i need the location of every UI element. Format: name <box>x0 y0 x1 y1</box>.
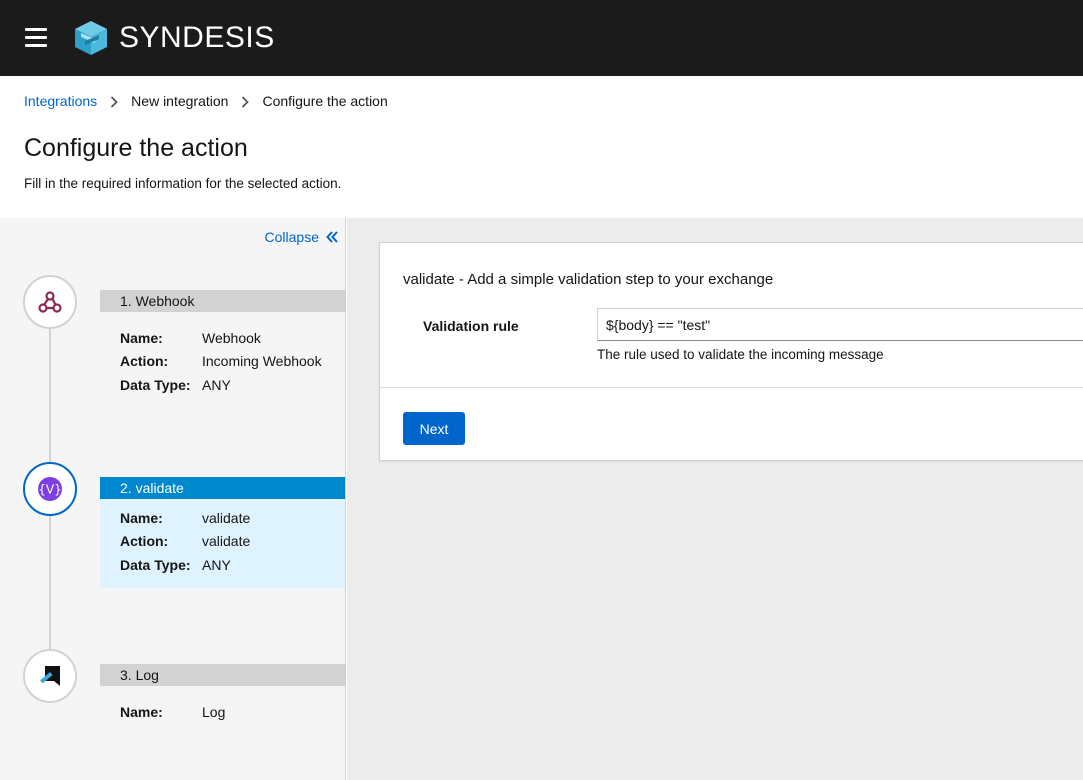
step-1-icon-circle[interactable] <box>23 275 77 329</box>
webhook-icon <box>38 291 62 313</box>
step-detail-row: Name: Webhook <box>120 326 345 350</box>
log-icon <box>40 666 60 686</box>
step-1-header[interactable]: 1. Webhook <box>100 290 345 312</box>
breadcrumb-current: Configure the action <box>262 93 388 109</box>
detail-value: Log <box>202 703 226 720</box>
step-detail-row: Action: Incoming Webhook <box>120 350 345 374</box>
page-title: Configure the action <box>24 134 248 162</box>
detail-key: Data Type: <box>120 376 191 393</box>
form-title: validate - Add a simple validation step … <box>403 271 774 288</box>
step-1-details: Name: Webhook Action: Incoming Webhook Dat… <box>100 319 345 399</box>
breadcrumb-integrations[interactable]: Integrations <box>24 93 97 109</box>
chevron-right-icon <box>241 94 250 108</box>
collapse-label: Collapse <box>264 229 319 245</box>
step-detail-row: Data Type: ANY <box>120 373 345 397</box>
syndesis-logo-icon <box>75 21 107 55</box>
breadcrumb-new-integration[interactable]: New integration <box>131 93 228 109</box>
page-description: Fill in the required information for the… <box>24 176 342 191</box>
collapse-button[interactable]: Collapse <box>265 229 339 245</box>
main-content: validate - Add a simple validation step … <box>347 218 1083 780</box>
step-detail-row: Data Type: ANY <box>120 553 345 577</box>
detail-key: Action: <box>120 353 169 370</box>
double-chevron-left-icon <box>326 231 338 243</box>
validation-rule-help: The rule used to validate the incoming m… <box>597 347 884 362</box>
detail-value: validate <box>202 509 251 526</box>
menu-toggle-icon[interactable] <box>25 28 47 48</box>
detail-key: Data Type: <box>120 556 191 573</box>
top-navbar: SYNDESIS <box>0 0 1083 76</box>
detail-value: Incoming Webhook <box>202 353 322 370</box>
step-2-header[interactable]: 2. validate <box>100 477 345 499</box>
step-2-icon-circle[interactable]: {V} <box>23 462 77 516</box>
detail-value: ANY <box>202 376 231 393</box>
step-2-details: Name: validate Action: validate Data Type:… <box>100 499 345 588</box>
detail-value: ANY <box>202 556 231 573</box>
configure-action-card: validate - Add a simple validation step … <box>379 242 1083 461</box>
detail-value: validate <box>202 533 251 550</box>
step-detail-row: Action: validate <box>120 530 345 554</box>
integration-steps-sidebar: Collapse 1. Webhook Name: Webhook Action:… <box>0 218 346 780</box>
detail-key: Name: <box>120 703 163 720</box>
step-3-header[interactable]: 3. Log <box>100 664 345 686</box>
breadcrumb: Integrations New integration Configure t… <box>24 93 388 109</box>
step-3-icon-circle[interactable] <box>23 649 77 703</box>
validation-rule-input[interactable] <box>597 308 1083 341</box>
detail-key: Action: <box>120 533 169 550</box>
detail-value: Webhook <box>202 329 261 346</box>
app-title: SYNDESIS <box>119 21 275 54</box>
next-button[interactable]: Next <box>403 412 465 445</box>
card-divider <box>380 387 1083 388</box>
detail-key: Name: <box>120 329 163 346</box>
chevron-right-icon <box>110 94 118 108</box>
step-detail-row: Name: validate <box>120 506 345 530</box>
step-3-details: Name: Log <box>100 693 345 727</box>
step-detail-row: Name: Log <box>120 700 345 724</box>
detail-key: Name: <box>120 509 163 526</box>
validation-rule-label: Validation rule <box>423 318 519 334</box>
svg-text:{V}: {V} <box>38 483 61 497</box>
validate-icon: {V} <box>38 477 62 501</box>
